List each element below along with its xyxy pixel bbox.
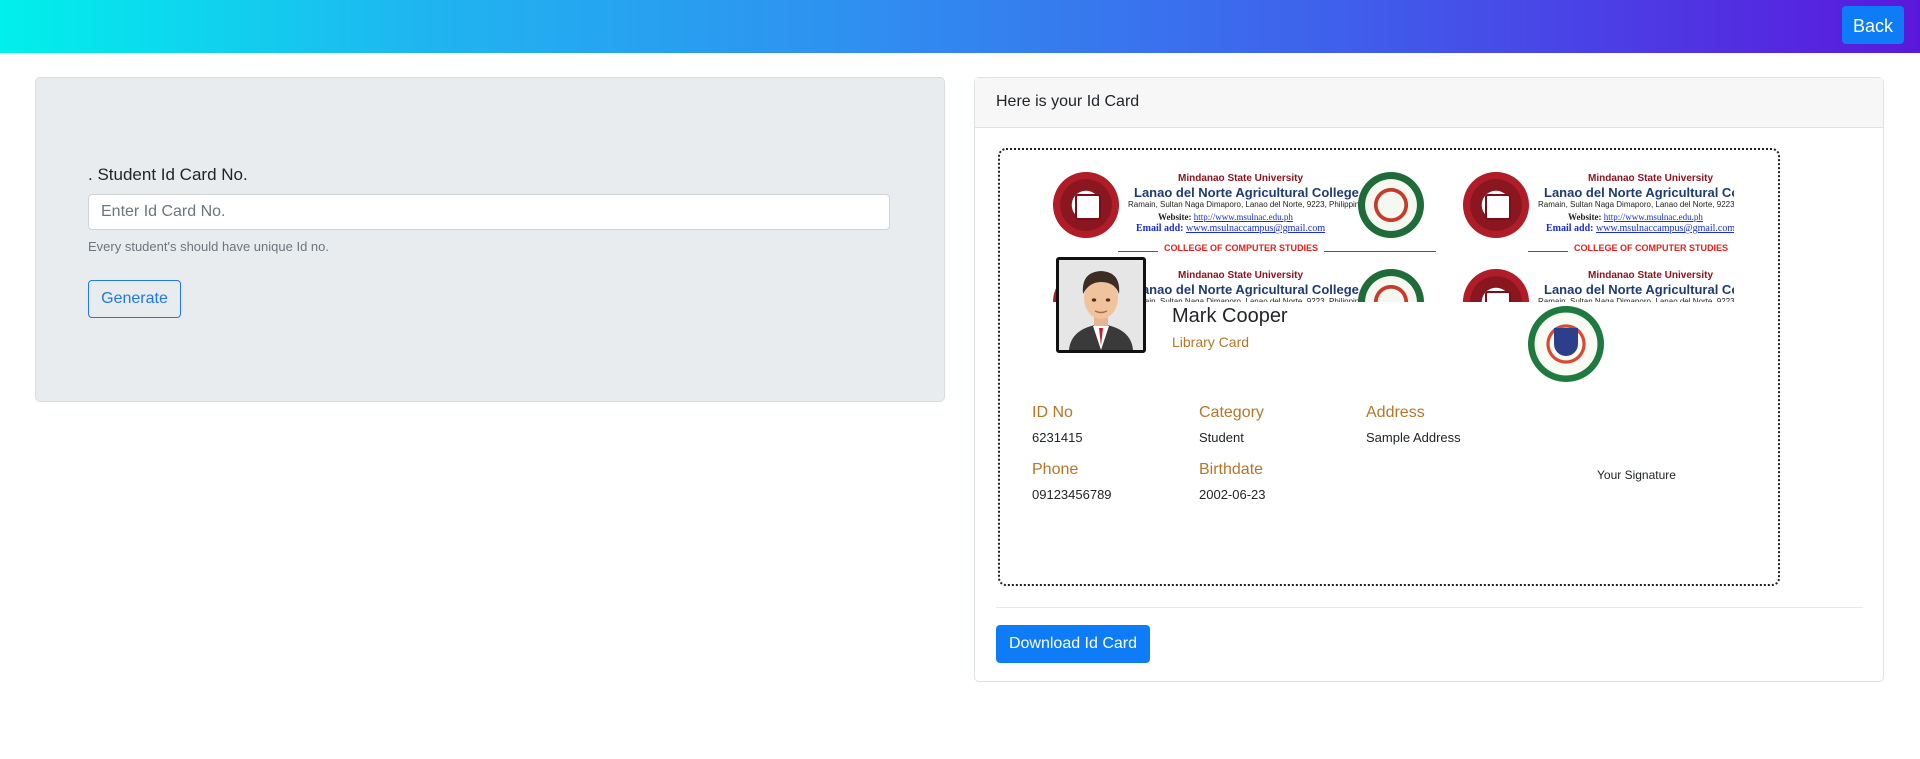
college-banner: Mindanao State University Lanao del Nort… [1048,170,1734,322]
student-photo-avatar [1056,257,1146,353]
banner-tile: Mindanao State University Lanao del Nort… [1458,170,1734,258]
back-button[interactable]: Back [1842,6,1904,44]
card-type: Library Card [1172,334,1250,350]
banner-address: Ramain, Sultan Naga Dimaporo, Lanao del … [1538,200,1734,209]
banner-college: Lanao del Norte Agricultural College [1134,185,1359,200]
id-no-value: 6231415 [1032,430,1083,445]
category-value: Student [1199,430,1244,445]
id-card-number-input[interactable] [88,194,890,230]
banner-department: COLLEGE OF COMPUTER STUDIES [1568,243,1734,253]
banner-email: Email add: www.msulnaccampus@gmail.com [1546,223,1734,234]
birthdate-value: 2002-06-23 [1199,487,1266,502]
banner-department: COLLEGE OF COMPUTER STUDIES [1158,243,1325,253]
banner-university: Mindanao State University [1178,173,1304,184]
banner-mask [1048,302,1734,332]
banner-website: Website: http://www.msulnac.edu.ph [1158,212,1293,222]
id-no-label: ID No [1032,404,1073,421]
phone-label: Phone [1032,461,1079,478]
banner-college: Lanao del Norte Agricultural College [1134,282,1359,297]
card-panel-title: Here is your Id Card [996,93,1140,110]
birthdate-label: Birthdate [1199,461,1264,478]
download-id-card-button[interactable]: Download Id Card [996,625,1150,663]
id-card-panel: Here is your Id Card Mindanao State Univ… [974,77,1884,682]
college-gear-logo-icon [1053,172,1119,238]
college-gear-logo-icon [1463,172,1529,238]
student-name: Mark Cooper [1172,305,1288,327]
address-label: Address [1366,404,1425,421]
banner-email: Email add: www.msulnaccampus@gmail.com [1136,223,1326,234]
college-seal-icon [1528,306,1604,382]
student-avatar-icon [1059,260,1143,350]
banner-university: Mindanao State University [1178,270,1304,281]
card-panel-header: Here is your Id Card [975,78,1883,128]
id-help-text: Every student's should have unique Id no… [88,239,329,254]
panel-divider [996,607,1863,608]
university-seal-icon [1358,172,1424,238]
generate-button[interactable]: Generate [88,280,181,318]
banner-university: Mindanao State University [1588,270,1714,281]
banner-college: Lanao del Norte Agricultural College [1544,185,1734,200]
banner-university: Mindanao State University [1588,173,1714,184]
address-value: Sample Address [1366,430,1461,445]
banner-website: Website: http://www.msulnac.edu.ph [1568,212,1703,222]
student-id-label: . Student Id Card No. [88,165,248,184]
id-card: Mindanao State University Lanao del Nort… [998,148,1780,586]
id-form-panel: . Student Id Card No. Every student's sh… [35,77,945,402]
top-navbar: Back [0,0,1920,53]
banner-college: Lanao del Norte Agricultural College [1544,282,1734,297]
category-label: Category [1199,404,1264,421]
phone-value: 09123456789 [1032,487,1112,502]
signature-label: Your Signature [1597,468,1676,482]
banner-address: Ramain, Sultan Naga Dimaporo, Lanao del … [1128,200,1368,209]
banner-tile: Mindanao State University Lanao del Nort… [1048,170,1444,258]
